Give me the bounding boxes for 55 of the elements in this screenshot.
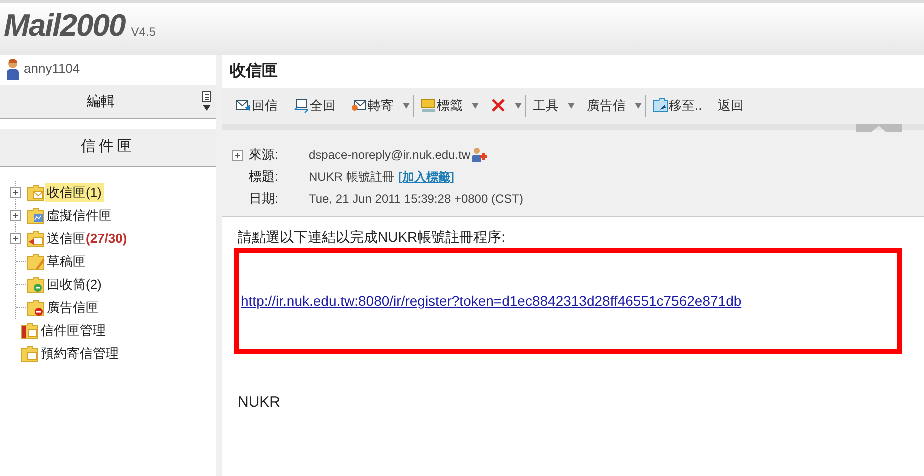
folder-icon: [21, 344, 39, 362]
user-icon: [6, 58, 20, 80]
folder-icon: [21, 322, 39, 340]
body-text: 請點選以下連結以完成NUKR帳號註冊程序:: [238, 228, 507, 247]
folder-label[interactable]: 回收筒(2): [45, 274, 104, 294]
folder-icon: [653, 98, 668, 114]
toolbar-button[interactable]: 廣告信: [583, 96, 630, 116]
dropdown-caret-icon[interactable]: [403, 103, 410, 109]
section-title: 信件匣: [0, 129, 216, 167]
logo: Mail2000: [4, 8, 126, 43]
registration-link[interactable]: http://ir.nuk.edu.tw:8080/ir/register?token=d1ec8842313d28ff46551c7562e871db: [241, 290, 742, 312]
toolbar-button[interactable]: 移至..: [649, 96, 706, 116]
field-label: 來源:: [249, 146, 280, 164]
field-label: 日期:: [249, 190, 280, 208]
reply-icon: [236, 98, 251, 114]
field-value: dspace-noreply@ir.nuk.edu.tw: [309, 147, 471, 164]
toolbar-button[interactable]: 標籤: [417, 96, 467, 116]
dropdown-caret-icon[interactable]: [568, 103, 575, 109]
add-tag-link[interactable]: [加入標籤]: [398, 168, 454, 186]
folder-icon: [27, 184, 45, 202]
toolbar-button[interactable]: 工具: [529, 96, 563, 116]
folder-icon: [27, 252, 45, 270]
delete-icon: [491, 98, 506, 114]
toolbar-button[interactable]: 全回: [290, 96, 340, 116]
signature-text: NUKR: [238, 393, 282, 413]
field-label: 標題:: [249, 168, 280, 186]
dropdown-caret-icon[interactable]: [635, 103, 642, 109]
toolbar-button[interactable]: 返回: [714, 96, 748, 116]
tag-icon: [421, 98, 436, 114]
toolbar-button[interactable]: 回信: [232, 96, 282, 116]
dropdown-caret-icon[interactable]: [472, 103, 479, 109]
dropdown-caret-icon[interactable]: [515, 103, 522, 109]
folder-icon: [27, 206, 45, 224]
folder-label[interactable]: 信件匣管理: [39, 320, 108, 340]
folder-label[interactable]: 送信匣(27/30): [45, 228, 130, 248]
expand-icon: [232, 150, 243, 160]
add-contact-icon: [470, 147, 487, 163]
edit-label: 編輯: [86, 92, 116, 111]
folder-label[interactable]: 草稿匣: [45, 252, 88, 272]
forward-icon: [352, 98, 367, 114]
folder-icon: [27, 298, 45, 316]
version-label: V4.5: [131, 25, 156, 39]
folder-label[interactable]: 廣告信匣: [45, 298, 101, 318]
menu-icon[interactable]: [202, 90, 212, 112]
toolbar-button[interactable]: 轉寄: [348, 96, 398, 116]
folder-icon: [27, 230, 45, 248]
reply-all-icon: [294, 98, 309, 114]
collapse-tab-icon: [856, 124, 902, 134]
folder-label[interactable]: 收信匣(1): [45, 182, 104, 202]
field-value: Tue, 21 Jun 2011 15:39:28 +0800 (CST): [309, 191, 524, 208]
field-value: NUKR 帳號註冊: [309, 169, 394, 186]
folder-label[interactable]: 虛擬信件匣: [45, 206, 114, 226]
folder-label[interactable]: 預約寄信管理: [39, 344, 121, 364]
user-name: anny1104: [24, 60, 80, 78]
folder-icon: [27, 276, 45, 294]
